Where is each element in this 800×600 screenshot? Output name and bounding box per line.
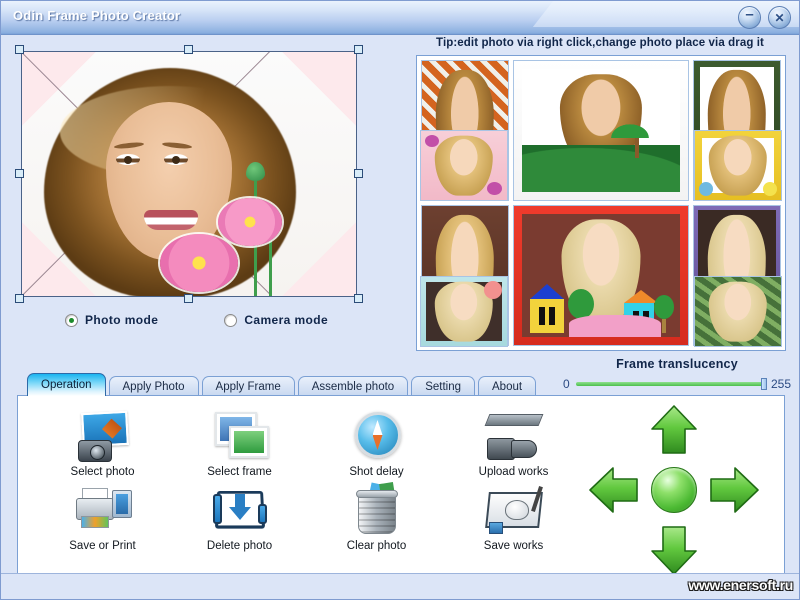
tab-apply-photo[interactable]: Apply Photo [108,376,199,396]
save-works-label: Save works [483,540,544,552]
tab-apply-frame[interactable]: Apply Frame [201,376,295,396]
move-down-arrow-icon [651,526,697,575]
blue-down-arrow-box-icon [209,484,271,536]
portrait-photo[interactable] [40,58,302,296]
lotus-flower-icon [218,198,282,246]
mode-selector: Photo mode Camera mode [65,313,328,327]
clear-photo-label: Clear photo [346,540,407,552]
flower-bud-icon [246,162,265,181]
mouth-shape [144,210,198,230]
resize-handle-s[interactable] [184,294,193,303]
resize-handle-ne[interactable] [354,45,363,54]
save-works-button[interactable]: Save works [445,478,582,552]
watermark-text: www.enersoft.ru [688,577,793,593]
compass-timer-icon [346,410,408,462]
upload-works-label: Upload works [478,466,549,478]
thumbnail-pastel-sun-frame-platinum[interactable] [420,276,508,347]
lotus-flower-icon [160,234,238,292]
radio-camera-mode-label: Camera mode [244,313,329,327]
main-photo-canvas[interactable] [21,51,357,297]
move-right-arrow-icon [710,467,759,513]
tab-setting[interactable]: Setting [411,376,475,396]
upload-works-button[interactable]: Upload works [445,404,582,478]
move-down-button[interactable] [646,522,702,578]
eye-left [116,154,140,165]
title-bar: Odin Frame Photo Creator – ✕ [1,1,799,35]
drawing-board-mouse-icon [483,484,545,536]
tip-text: Tip:edit photo via right click,change ph… [436,37,764,49]
select-photo-button[interactable]: Select photo [34,404,171,478]
shot-delay-button[interactable]: Shot delay [308,404,445,478]
move-left-button[interactable] [586,462,642,518]
thumbnail-ivy-leaf-frame-platinum[interactable] [694,276,782,347]
eye-right [164,154,188,165]
translucency-title: Frame translucency [616,357,738,371]
radio-camera-mode[interactable]: Camera mode [224,313,328,327]
action-grid: Select photo Select frame Shot delay Upl… [34,404,582,552]
select-photo-label: Select photo [70,466,135,478]
photo-stack-camera-icon [72,410,134,462]
canvas-area [15,45,363,303]
resize-handle-w[interactable] [15,169,24,178]
radio-dot-icon [65,313,78,327]
window-title: Odin Frame Photo Creator [13,8,181,23]
move-up-button[interactable] [646,402,702,458]
shot-delay-label: Shot delay [349,466,404,478]
thumbnail-yellow-flower-frame-blonde[interactable] [694,130,782,201]
delete-photo-button[interactable]: Delete photo [171,478,308,552]
delete-photo-label: Delete photo [206,540,273,552]
camera-upload-icon [483,410,545,462]
center-reset-button[interactable] [646,462,702,518]
radio-photo-mode-label: Photo mode [85,313,159,327]
center-orb-icon [651,467,697,513]
resize-handle-e[interactable] [354,169,363,178]
tab-strip: Operation Apply Photo Apply Frame Assemb… [17,373,785,396]
radio-dot-icon [224,313,238,327]
tab-panel-operation: Select photo Select frame Shot delay Upl… [17,395,785,589]
thumbnail-red-border-houses-platinum[interactable] [513,205,689,346]
printer-monitor-icon [72,484,134,536]
main-body: Tip:edit photo via right click,change ph… [1,35,799,599]
resize-handle-nw[interactable] [15,45,24,54]
tab-container: Operation Apply Photo Apply Frame Assemb… [17,373,785,589]
status-bar: www.enersoft.ru [1,573,799,599]
close-icon: ✕ [774,10,785,25]
resize-handle-n[interactable] [184,45,193,54]
save-or-print-button[interactable]: Save or Print [34,478,171,552]
thumbnail-pink-floral-frame-blonde[interactable] [420,130,508,201]
thumbnail-island-palm-scene-brunette[interactable] [513,60,689,201]
select-frame-label: Select frame [207,466,272,478]
move-left-arrow-icon [589,467,638,513]
tab-about[interactable]: About [478,376,537,396]
picture-frames-icon [209,410,271,462]
tab-operation[interactable]: Operation [27,373,106,396]
minimize-button[interactable]: – [738,6,761,29]
move-pad [584,400,764,580]
tab-assemble-photo[interactable]: Assemble photo [297,376,409,396]
resize-handle-se[interactable] [354,294,363,303]
app-window: Odin Frame Photo Creator – ✕ Tip:edit ph… [0,0,800,600]
move-right-button[interactable] [706,462,762,518]
resize-handle-sw[interactable] [15,294,24,303]
trash-can-icon [346,481,408,536]
radio-photo-mode[interactable]: Photo mode [65,313,158,327]
save-or-print-label: Save or Print [69,540,136,552]
select-frame-button[interactable]: Select frame [171,404,308,478]
move-up-arrow-icon [651,405,697,454]
clear-photo-button[interactable]: Clear photo [308,478,445,552]
close-button[interactable]: ✕ [768,6,791,29]
window-controls: – ✕ [738,6,791,29]
minimize-icon: – [745,6,754,23]
